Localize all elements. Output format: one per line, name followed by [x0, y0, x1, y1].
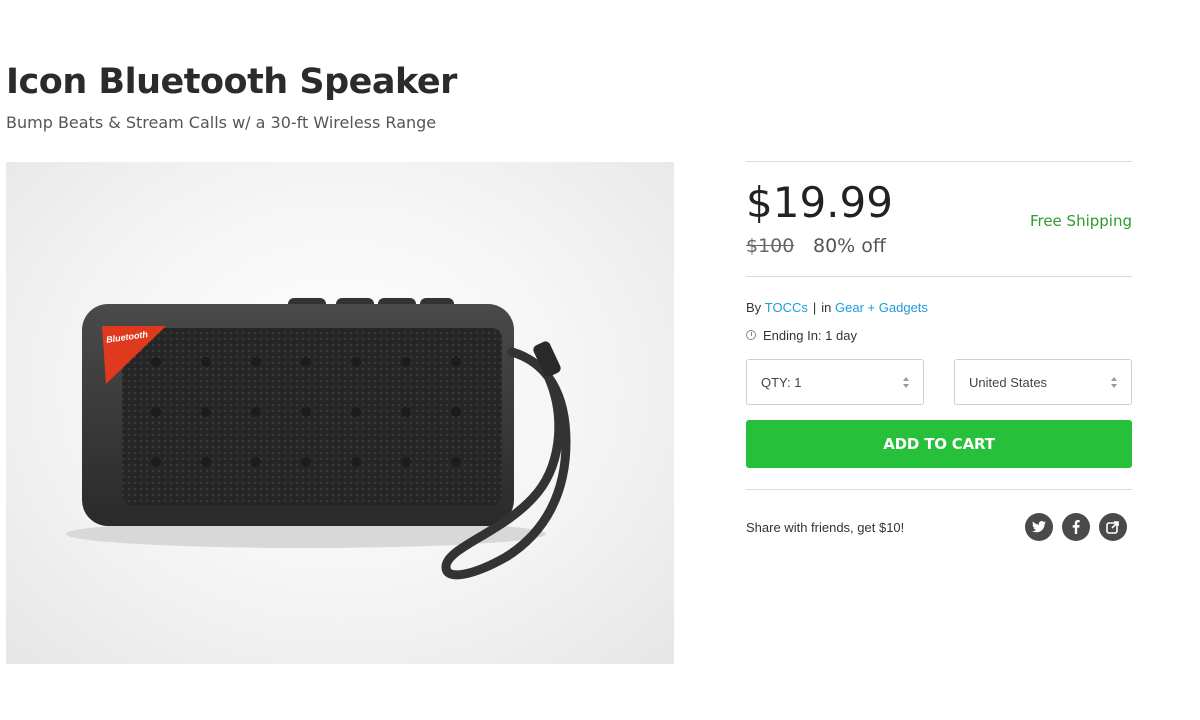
price-section: $19.99 $100 80% off Free Shipping [746, 162, 1132, 276]
discount-label: 80% off [813, 235, 886, 257]
share-section: Share with friends, get $10! [746, 512, 1132, 542]
product-page: Icon Bluetooth Speaker Bump Beats & Stre… [0, 0, 1200, 720]
by-label: By [746, 299, 762, 315]
twitter-icon[interactable] [1025, 513, 1053, 541]
clock-icon [746, 330, 756, 340]
free-shipping-label: Free Shipping [1029, 212, 1132, 230]
sale-price: $19.99 [746, 178, 893, 227]
select-arrows-icon [1111, 376, 1117, 388]
speaker-illustration [66, 298, 571, 580]
purchase-panel: $19.99 $100 80% off Free Shipping By TOC… [746, 161, 1132, 542]
social-buttons [1025, 513, 1127, 541]
country-value: United States [969, 374, 1048, 390]
divider [746, 489, 1132, 490]
add-to-cart-button[interactable]: ADD TO CART [746, 420, 1132, 468]
option-selects: QTY: 1 United States [746, 359, 1132, 405]
country-select[interactable]: United States [954, 359, 1132, 405]
quantity-select[interactable]: QTY: 1 [746, 359, 924, 405]
quantity-value: QTY: 1 [761, 374, 802, 390]
category-link[interactable]: Gear + Gadgets [835, 300, 928, 315]
share-icon[interactable] [1099, 513, 1127, 541]
product-image: Bluetooth [6, 162, 674, 664]
ending-row: Ending In: 1 day [746, 325, 1132, 345]
share-text: Share with friends, get $10! [746, 519, 905, 535]
product-title: Icon Bluetooth Speaker [6, 62, 457, 102]
in-label: in [821, 299, 832, 315]
facebook-icon[interactable] [1062, 513, 1090, 541]
ending-label: Ending In: 1 day [763, 327, 857, 343]
product-subtitle: Bump Beats & Stream Calls w/ a 30-ft Wir… [6, 113, 437, 132]
product-meta: By TOCCs | in Gear + Gadgets Ending In: … [746, 277, 1132, 345]
separator: | [812, 299, 817, 315]
select-arrows-icon [903, 376, 909, 388]
vendor-link[interactable]: TOCCs [765, 300, 808, 315]
original-price: $100 [746, 235, 795, 257]
vendor-row: By TOCCs | in Gear + Gadgets [746, 297, 1132, 317]
